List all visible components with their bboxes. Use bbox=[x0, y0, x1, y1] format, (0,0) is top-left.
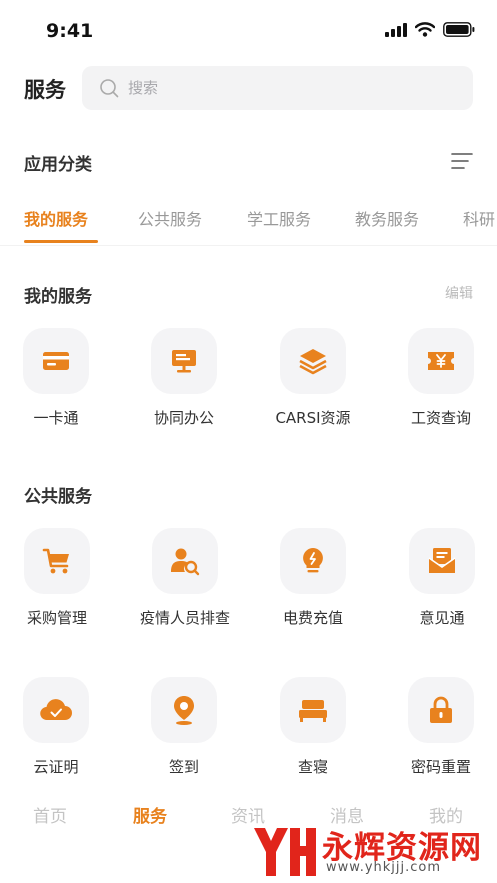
app-icon-container bbox=[280, 677, 346, 743]
app-electricity-recharge[interactable]: 电费充值 bbox=[251, 528, 375, 628]
app-label: 工资查询 bbox=[410, 409, 471, 427]
bulb-icon bbox=[303, 548, 323, 573]
tab-academic-services[interactable]: 教务服务 bbox=[355, 206, 419, 230]
app-collab-office[interactable]: 协同办公 bbox=[122, 328, 246, 428]
app-label: 协同办公 bbox=[153, 409, 214, 427]
signal-icon bbox=[385, 22, 407, 37]
app-label: 意见通 bbox=[419, 609, 465, 627]
tab-research[interactable]: 科研 bbox=[463, 206, 495, 230]
category-title: 应用分类 bbox=[24, 155, 92, 175]
public-services-title: 公共服务 bbox=[24, 487, 92, 507]
app-icon-container bbox=[151, 677, 217, 743]
cloud-check-icon bbox=[40, 699, 72, 721]
app-check-in[interactable]: 签到 bbox=[122, 677, 246, 777]
status-time: 9:41 bbox=[46, 20, 94, 42]
app-icon-container bbox=[280, 528, 346, 594]
tab-student-affairs[interactable]: 学工服务 bbox=[247, 206, 311, 230]
watermark-logo-icon bbox=[254, 828, 316, 876]
yen-ticket-icon bbox=[428, 352, 454, 370]
battery-icon bbox=[443, 22, 475, 37]
app-procurement[interactable]: 采购管理 bbox=[0, 528, 119, 628]
search-box[interactable] bbox=[82, 66, 473, 110]
app-icon-container bbox=[280, 328, 346, 394]
card-icon bbox=[43, 352, 69, 370]
category-header: 应用分类 bbox=[24, 144, 473, 178]
menu-icon[interactable] bbox=[451, 150, 473, 172]
app-carsi[interactable]: CARSI资源 bbox=[251, 328, 375, 428]
app-label: 密码重置 bbox=[410, 758, 471, 776]
layers-icon bbox=[299, 349, 327, 375]
person-search-icon bbox=[171, 548, 200, 576]
page-title: 服务 bbox=[24, 78, 66, 102]
app-salary-query[interactable]: 工资查询 bbox=[379, 328, 497, 428]
app-card[interactable]: 一卡通 bbox=[0, 328, 118, 428]
status-bar: 9:41 bbox=[0, 0, 497, 60]
app-icon-container bbox=[409, 528, 475, 594]
app-label: CARSI资源 bbox=[275, 409, 351, 427]
app-epidemic-screening[interactable]: 疫情人员排查 bbox=[123, 528, 247, 628]
header: 服务 bbox=[0, 66, 497, 110]
wifi-icon bbox=[415, 22, 435, 37]
nav-home[interactable]: 首页 bbox=[33, 802, 67, 827]
lock-icon bbox=[430, 696, 452, 723]
app-icon-container bbox=[151, 328, 217, 394]
app-icon-container bbox=[408, 677, 474, 743]
app-password-reset[interactable]: 密码重置 bbox=[379, 677, 497, 777]
app-label: 电费充值 bbox=[282, 609, 343, 627]
app-dorm-check[interactable]: 查寝 bbox=[251, 677, 375, 777]
category-tabs: 我的服务 公共服务 学工服务 教务服务 科研 bbox=[0, 198, 497, 246]
watermark-url: www.yhkjjj.com bbox=[326, 860, 442, 875]
monitor-icon bbox=[172, 350, 196, 373]
nav-services[interactable]: 服务 bbox=[133, 802, 167, 827]
app-icon-container bbox=[23, 677, 89, 743]
edit-button[interactable]: 编辑 bbox=[445, 283, 473, 303]
watermark: 永辉资源网 www.yhkjjj.com bbox=[248, 820, 497, 883]
my-services-title: 我的服务 bbox=[24, 287, 92, 307]
app-icon-container bbox=[152, 528, 218, 594]
cart-icon bbox=[42, 548, 69, 574]
bed-icon bbox=[299, 700, 327, 722]
search-icon bbox=[100, 79, 119, 98]
search-input[interactable] bbox=[128, 66, 448, 110]
tab-my-services[interactable]: 我的服务 bbox=[24, 206, 88, 230]
app-label: 采购管理 bbox=[26, 609, 87, 627]
tab-public-services[interactable]: 公共服务 bbox=[138, 206, 202, 230]
status-icons bbox=[385, 22, 475, 37]
app-label: 云证明 bbox=[33, 758, 79, 776]
app-icon-container bbox=[23, 328, 89, 394]
app-icon-container bbox=[24, 528, 90, 594]
mail-icon bbox=[428, 548, 456, 573]
app-label: 查寝 bbox=[297, 758, 328, 776]
app-cloud-certificate[interactable]: 云证明 bbox=[0, 677, 118, 777]
active-tab-indicator bbox=[24, 240, 98, 243]
app-label: 签到 bbox=[168, 758, 199, 776]
app-label: 疫情人员排查 bbox=[139, 609, 230, 627]
app-feedback[interactable]: 意见通 bbox=[380, 528, 497, 628]
app-icon-container bbox=[408, 328, 474, 394]
app-label: 一卡通 bbox=[33, 409, 79, 427]
location-pin-icon bbox=[174, 696, 194, 725]
